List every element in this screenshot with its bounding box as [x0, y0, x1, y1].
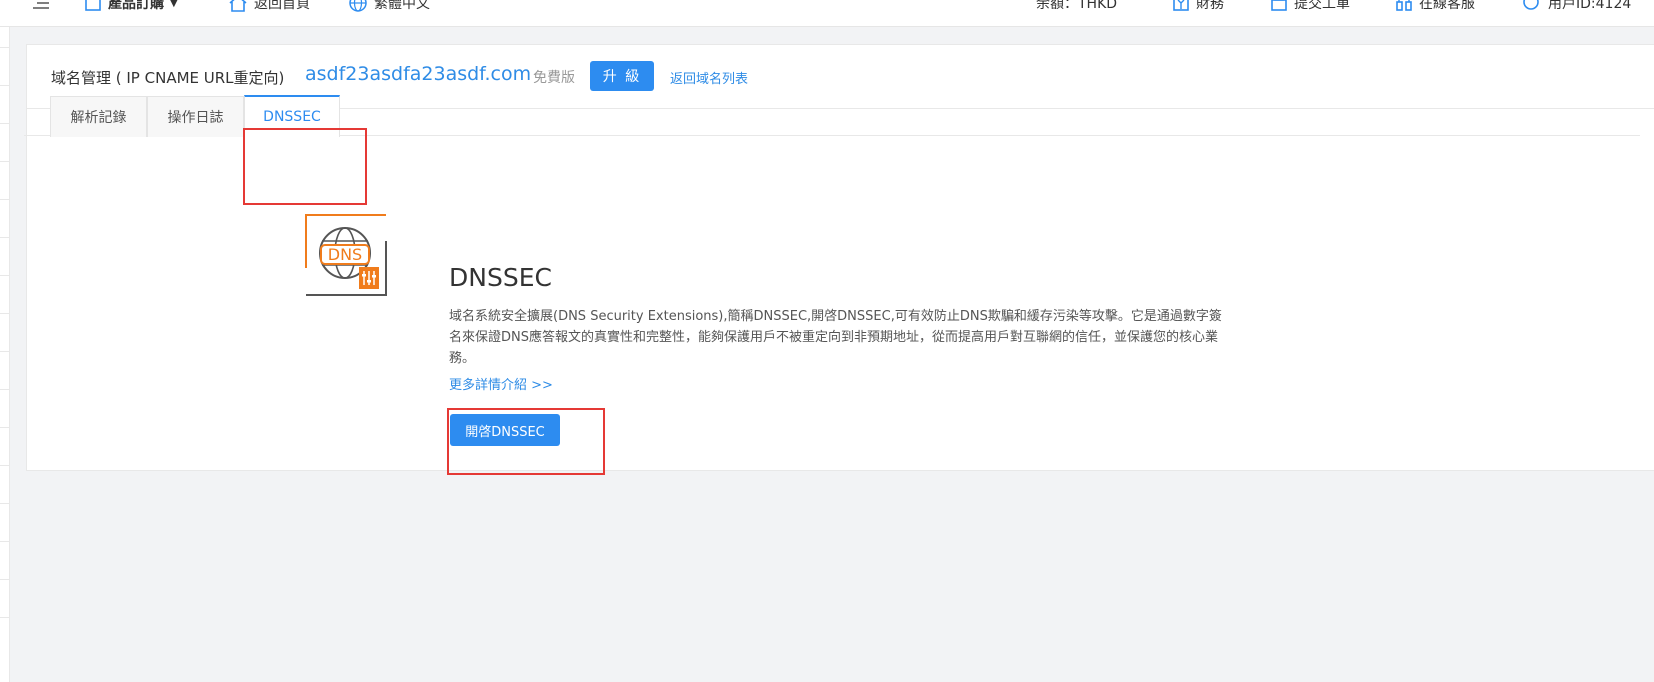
dnssec-title: DNSSEC: [449, 263, 552, 292]
top-navbar: 產品訂購 ▼ 返回首頁 繁體中文 余額：THKD 財務 提交工單 在線客服 用戶…: [0, 0, 1654, 27]
tab-label: 解析記錄: [70, 110, 127, 126]
back-to-domain-list-link[interactable]: 返回域名列表: [670, 68, 748, 87]
globe-icon: [349, 0, 367, 12]
language-label: 繁體中文: [374, 0, 430, 12]
user-id-label: 用戶ID:4124: [1548, 0, 1632, 12]
plan-badge: 免費版: [533, 70, 575, 86]
home-icon: [229, 0, 247, 12]
tab-operation-log[interactable]: 操作日誌: [147, 96, 244, 137]
ticket-icon: [1271, 0, 1287, 11]
balance-display: 余額：THKD: [1036, 0, 1117, 15]
balance-label: 余額：THKD: [1036, 0, 1118, 12]
finance-label: 財務: [1196, 0, 1224, 12]
product-order-menu[interactable]: 產品訂購 ▼: [84, 0, 178, 15]
caret-down-icon: ▼: [170, 0, 178, 9]
ticket-link[interactable]: 提交工單: [1270, 0, 1350, 15]
finance-icon: [1173, 0, 1189, 11]
more-details-link[interactable]: 更多詳情介紹 >>: [449, 374, 553, 393]
product-order-label: 產品訂購: [108, 0, 164, 12]
tab-dns-records[interactable]: 解析記錄: [50, 96, 147, 137]
support-label: 在線客服: [1419, 0, 1475, 12]
tab-label: 操作日誌: [167, 110, 224, 126]
upgrade-button[interactable]: 升 級: [590, 61, 654, 91]
enable-dnssec-button[interactable]: 開啓DNSSEC: [450, 414, 560, 446]
page-title: 域名管理 ( IP CNAME URL重定向): [51, 69, 285, 87]
home-label: 返回首頁: [254, 0, 310, 12]
domain-name: asdf23asdfa23asdf.com: [305, 63, 532, 85]
home-link[interactable]: 返回首頁: [228, 0, 310, 15]
ticket-label: 提交工單: [1294, 0, 1350, 12]
tab-dnssec[interactable]: DNSSEC: [244, 95, 340, 137]
dnssec-description: 域名系統安全擴展(DNS Security Extensions),簡稱DNSS…: [449, 309, 1222, 366]
support-link[interactable]: 在線客服: [1395, 0, 1475, 15]
logo-text: DNS: [328, 245, 362, 264]
tab-bar: 解析記錄 操作日誌 DNSSEC: [24, 95, 1640, 137]
menu-toggle-icon[interactable]: [32, 0, 56, 15]
tab-label: DNSSEC: [263, 109, 321, 125]
finance-link[interactable]: 財務: [1172, 0, 1224, 15]
language-switcher[interactable]: 繁體中文: [348, 0, 430, 15]
sidebar-dividers: [0, 27, 10, 682]
dnssec-logo: DNS: [305, 214, 387, 296]
box-icon: [85, 0, 101, 11]
user-menu[interactable]: 用戶ID:4124: [1520, 0, 1631, 15]
support-icon: [1396, 0, 1412, 11]
user-icon: [1523, 0, 1539, 10]
